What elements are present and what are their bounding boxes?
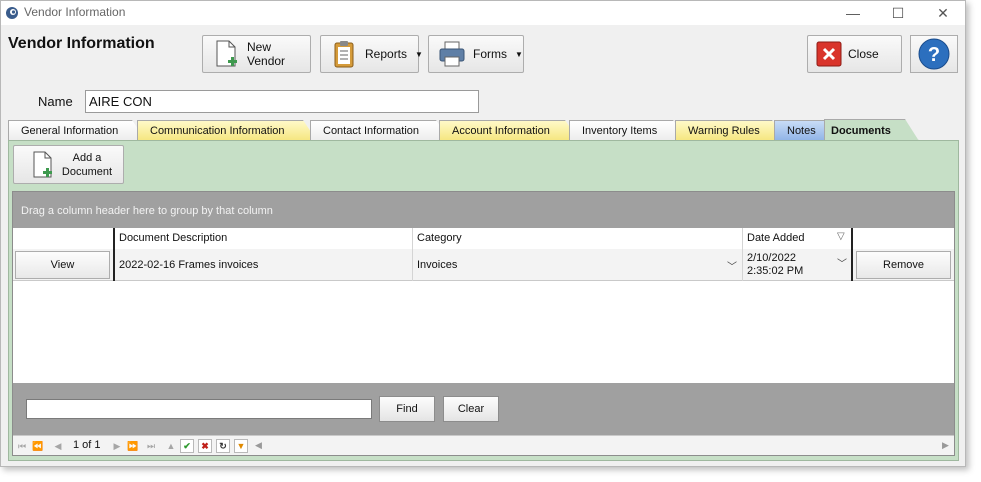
tab-warning-rules[interactable]: Warning Rules [675, 120, 786, 141]
new-vendor-label: New Vendor [247, 40, 286, 68]
frozen-column-separator [113, 228, 115, 281]
pager-text: 1 of 1 [73, 439, 101, 451]
close-button[interactable]: Close [807, 35, 902, 73]
date-added-value: 2/10/2022 2:35:02 PM [747, 252, 804, 277]
help-button[interactable]: ? [910, 35, 958, 73]
insert-icon[interactable]: ▲ [164, 439, 178, 453]
first-page-icon[interactable]: ⏮ [15, 439, 29, 453]
check-icon[interactable]: ✔ [180, 439, 194, 453]
tab-account-information[interactable]: Account Information [439, 120, 579, 141]
clear-button[interactable]: Clear [443, 396, 499, 422]
previous-record-icon[interactable]: ◀ [51, 439, 65, 453]
cancel-icon[interactable]: ✖ [198, 439, 212, 453]
filter-icon[interactable]: ▽ [837, 231, 845, 242]
record-navigator: ⏮ ⏪ ◀ 1 of 1 ▶ ⏩ ⏭ ▲ ✔ ✖ ↻ ▼ ◀ ▶ [13, 435, 954, 455]
remove-button[interactable]: Remove [856, 251, 951, 279]
column-header-category[interactable]: Category [412, 228, 742, 249]
search-panel: Find Clear [13, 383, 954, 435]
table-row[interactable]: View 2022-02-16 Frames invoices Invoices… [13, 249, 954, 281]
new-vendor-button[interactable]: New Vendor [202, 35, 311, 73]
tab-contact-information[interactable]: Contact Information [310, 120, 450, 141]
category-cell[interactable]: Invoices ﹀ [412, 249, 742, 281]
title-bar: Vendor Information — ☐ ✕ [1, 1, 965, 25]
window-title: Vendor Information [24, 5, 126, 19]
add-document-button[interactable]: Add a Document [13, 145, 124, 184]
description-cell[interactable]: 2022-02-16 Frames invoices [114, 249, 412, 281]
close-label: Close [848, 47, 879, 61]
clipboard-icon [334, 41, 354, 68]
printer-icon [439, 41, 465, 67]
chevron-down-icon: ▼ [515, 49, 523, 59]
tab-strip: General Information Communication Inform… [8, 119, 958, 141]
previous-page-icon[interactable]: ⏪ [31, 439, 45, 453]
add-document-label: Add a Document [61, 151, 113, 178]
filter-icon[interactable]: ▼ [234, 439, 248, 453]
tab-documents[interactable]: Documents [824, 119, 919, 141]
tab-communication-information[interactable]: Communication Information [137, 120, 317, 141]
close-x-icon [816, 41, 842, 67]
chevron-down-icon[interactable]: ﹀ [727, 258, 737, 273]
reports-button[interactable]: Reports ▼ [320, 35, 423, 73]
vendor-information-window: Vendor Information — ☐ ✕ Vendor Informat… [0, 0, 966, 467]
forms-button[interactable]: Forms ▼ [428, 35, 524, 73]
column-header-description[interactable]: Document Description [114, 228, 412, 249]
maximize-button[interactable]: ☐ [875, 1, 921, 25]
find-input[interactable] [26, 399, 372, 419]
next-page-icon[interactable]: ⏩ [126, 439, 140, 453]
tab-general-information[interactable]: General Information [8, 120, 146, 141]
scroll-left-icon[interactable]: ◀ [255, 440, 262, 451]
column-header-date-added[interactable]: Date Added ▽ [742, 228, 852, 249]
tab-inventory-items[interactable]: Inventory Items [569, 120, 687, 141]
group-by-panel[interactable]: Drag a column header here to group by th… [13, 192, 954, 228]
category-value: Invoices [417, 259, 458, 271]
last-page-icon[interactable]: ⏭ [144, 439, 158, 453]
forms-label: Forms [473, 47, 507, 61]
scroll-right-icon[interactable]: ▶ [942, 440, 949, 451]
chevron-down-icon: ▼ [415, 49, 423, 59]
find-button[interactable]: Find [379, 396, 435, 422]
date-added-label: Date Added [747, 232, 805, 244]
page-title: Vendor Information [8, 35, 155, 52]
next-record-icon[interactable]: ▶ [110, 439, 124, 453]
help-icon: ? [918, 38, 950, 70]
name-label: Name [38, 94, 73, 109]
svg-text:?: ? [928, 44, 940, 66]
reports-label: Reports [365, 47, 408, 61]
app-logo-icon [6, 7, 18, 19]
date-added-cell[interactable]: 2/10/2022 2:35:02 PM ﹀ [742, 249, 852, 281]
name-input[interactable] [85, 90, 479, 113]
new-document-icon [33, 151, 52, 177]
chevron-down-icon[interactable]: ﹀ [837, 258, 847, 271]
refresh-icon[interactable]: ↻ [216, 439, 230, 453]
minimize-button[interactable]: — [830, 1, 876, 25]
view-button[interactable]: View [15, 251, 110, 279]
frozen-column-separator [851, 228, 853, 281]
close-window-button[interactable]: ✕ [920, 1, 966, 25]
documents-grid: Drag a column header here to group by th… [12, 191, 955, 456]
new-document-icon [216, 40, 237, 67]
